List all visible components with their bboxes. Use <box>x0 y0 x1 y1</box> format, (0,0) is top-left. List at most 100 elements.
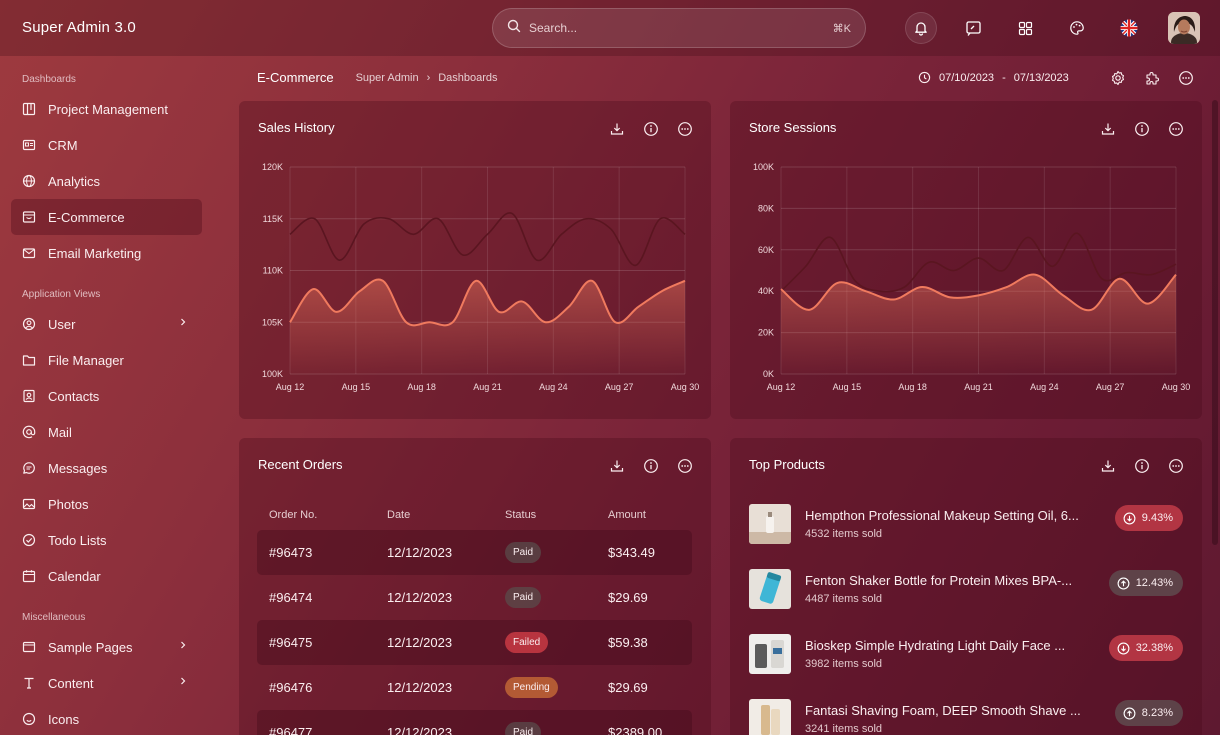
breadcrumb-item[interactable]: Dashboards <box>438 72 497 84</box>
date-range-picker[interactable]: 07/10/2023 - 07/13/2023 <box>918 71 1069 84</box>
sidebar-item-contacts[interactable]: Contacts <box>11 378 202 414</box>
column-header[interactable]: Status <box>493 500 596 530</box>
table-row[interactable]: #96475 12/12/2023 Failed $59.38 <box>257 620 692 665</box>
x-tick-label: Aug 21 <box>964 382 993 392</box>
more-icon[interactable] <box>1178 70 1194 91</box>
product-name: Hempthon Professional Makeup Setting Oil… <box>805 508 1079 523</box>
table-row[interactable]: #96474 12/12/2023 Paid $29.69 <box>257 575 692 620</box>
order-date: 12/12/2023 <box>387 590 453 605</box>
sidebar-item-analytics[interactable]: Analytics <box>11 163 202 199</box>
apps-grid-icon[interactable] <box>1009 12 1041 44</box>
folder-icon <box>22 355 36 366</box>
store-sessions-card: Store Sessions 0K 20K 40K 60K 80K 100K Aug 12 A… <box>730 101 1202 419</box>
gear-icon[interactable] <box>1110 70 1126 91</box>
chevron-right-icon <box>181 677 186 685</box>
product-image <box>749 504 791 544</box>
trend-badge: 8.23% <box>1114 700 1183 726</box>
search-shortcut: ⌘K <box>832 22 851 35</box>
x-tick-label: Aug 24 <box>1030 382 1059 392</box>
uk-flag-icon[interactable] <box>1113 12 1145 44</box>
sidebar-item-email-marketing[interactable]: Email Marketing <box>11 235 202 271</box>
product-image <box>749 699 791 735</box>
puzzle-icon[interactable] <box>1144 70 1160 91</box>
search-input[interactable] <box>529 21 833 35</box>
y-tick-label: 105K <box>262 317 283 327</box>
order-number: #96475 <box>257 620 375 665</box>
table-row[interactable]: #96476 12/12/2023 Pending $29.69 <box>257 665 692 710</box>
info-icon[interactable] <box>643 458 659 474</box>
sidebar-item-project-management[interactable]: Project Management <box>11 91 202 127</box>
table-row[interactable]: #96473 12/12/2023 Paid $343.49 <box>257 530 692 575</box>
sidebar-item-label: Content <box>48 675 94 691</box>
order-number: #96477 <box>257 710 375 735</box>
breadcrumb-item[interactable]: Super Admin <box>356 72 419 84</box>
sidebar-item-e-commerce[interactable]: E-Commerce <box>11 199 202 235</box>
x-tick-label: Aug 27 <box>605 382 634 392</box>
arrow-up-circle-icon <box>1123 707 1136 719</box>
sidebar-item-sample-pages[interactable]: Sample Pages <box>11 629 202 665</box>
download-icon[interactable] <box>1100 458 1116 474</box>
sidebar-item-crm[interactable]: CRM <box>11 127 202 163</box>
product-item[interactable]: Fantasi Shaving Foam, DEEP Smooth Shave … <box>749 699 1183 735</box>
product-item[interactable]: Bioskep Simple Hydrating Light Daily Fac… <box>749 634 1183 674</box>
bell-icon[interactable] <box>905 12 937 44</box>
sidebar-item-user[interactable]: User <box>11 306 202 342</box>
sidebar-item-label: Email Marketing <box>48 245 142 261</box>
column-header[interactable]: Date <box>375 500 493 530</box>
x-tick-label: Aug 24 <box>539 382 568 392</box>
status-badge: Paid <box>505 722 542 735</box>
column-header[interactable]: Amount <box>596 500 692 530</box>
x-tick-label: Aug 21 <box>473 382 502 392</box>
trend-value: 32.38% <box>1135 642 1173 654</box>
trend-badge: 12.43% <box>1108 570 1183 596</box>
y-tick-label: 0K <box>763 369 774 379</box>
x-tick-label: Aug 15 <box>342 382 371 392</box>
date-separator: - <box>1002 71 1006 84</box>
sidebar-item-messages[interactable]: Messages <box>11 450 202 486</box>
arrow-down-circle-icon <box>1117 642 1130 654</box>
sidebar-item-photos[interactable]: Photos <box>11 486 202 522</box>
more-icon[interactable] <box>1168 458 1184 474</box>
product-name: Fenton Shaker Bottle for Protein Mixes B… <box>805 573 1073 588</box>
product-sold: 3241 items sold <box>805 723 883 735</box>
sidebar-item-file-manager[interactable]: File Manager <box>11 342 202 378</box>
trend-badge: 9.43% <box>1114 505 1183 531</box>
card-title: Top Products <box>749 457 825 472</box>
order-number: #96473 <box>257 530 375 575</box>
store-sessions-chart: 0K 20K 40K 60K 80K 100K Aug 12 Aug 15 Aug 18 Aug … <box>753 162 1190 392</box>
product-item[interactable]: Fenton Shaker Bottle for Protein Mixes B… <box>749 569 1183 609</box>
product-item[interactable]: Hempthon Professional Makeup Setting Oil… <box>749 504 1183 544</box>
sidebar-item-label: User <box>48 316 76 332</box>
download-icon[interactable] <box>609 458 625 474</box>
x-tick-label: Aug 15 <box>833 382 862 392</box>
y-tick-label: 40K <box>758 286 774 296</box>
column-header[interactable]: Order No. <box>257 500 375 530</box>
sidebar-item-todo-lists[interactable]: Todo Lists <box>11 522 202 558</box>
status-badge: Failed <box>505 632 549 653</box>
user-icon <box>22 317 36 331</box>
y-tick-label: 80K <box>758 203 774 213</box>
table-row[interactable]: #96477 12/12/2023 Paid $2389.00 <box>257 710 692 735</box>
page-scrollbar[interactable] <box>1212 100 1218 545</box>
product-name: Bioskep Simple Hydrating Light Daily Fac… <box>805 638 1066 653</box>
palette-icon[interactable] <box>1061 12 1093 44</box>
chat-icon[interactable] <box>957 12 989 44</box>
trend-value: 9.43% <box>1141 512 1173 524</box>
chevron-right-icon <box>181 318 186 326</box>
x-tick-label: Aug 18 <box>898 382 927 392</box>
more-icon[interactable] <box>677 458 693 474</box>
sidebar-item-label: Messages <box>48 460 108 476</box>
sidebar-item-content[interactable]: Content <box>11 665 202 701</box>
sidebar-item-icons[interactable]: Icons <box>11 701 202 735</box>
search-box[interactable]: ⌘K <box>492 8 866 48</box>
product-image <box>749 569 791 609</box>
order-amount: $29.69 <box>608 590 648 605</box>
y-tick-label: 100K <box>753 162 774 172</box>
info-icon[interactable] <box>1134 458 1150 474</box>
sales-history-chart: 100K 105K 110K 115K 120K Aug 12 Aug 15 Aug 18 Au… <box>262 162 699 392</box>
sidebar-item-label: Project Management <box>48 101 168 117</box>
table-header-row: Order No. Date Status Amount <box>257 500 692 530</box>
sidebar-item-mail[interactable]: Mail <box>11 414 202 450</box>
avatar[interactable] <box>1168 12 1200 44</box>
sidebar-item-calendar[interactable]: Calendar <box>11 558 202 594</box>
